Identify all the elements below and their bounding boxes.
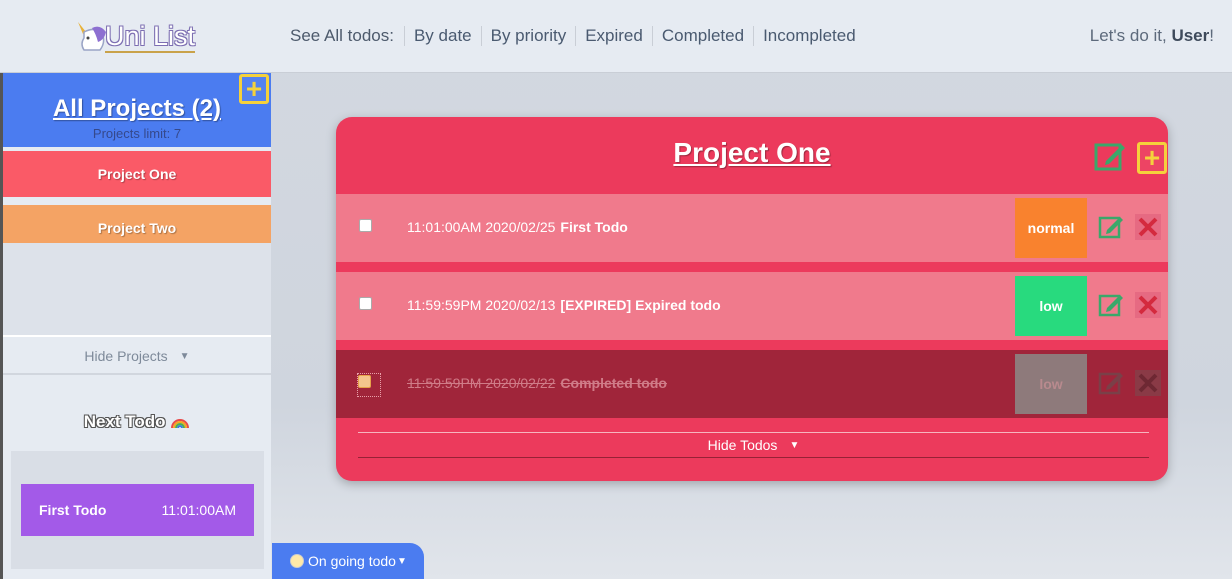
delete-todo-icon[interactable] xyxy=(1135,214,1161,240)
todo-name: First Todo xyxy=(560,219,628,235)
project-item-project-one[interactable]: Project One xyxy=(3,151,271,197)
todo-text: 11:59:59PM 2020/02/13 [EXPIRED] Expired t… xyxy=(407,297,721,313)
caret-down-icon: ▼ xyxy=(179,350,190,362)
ongoing-label: On going todo xyxy=(308,553,396,569)
add-todo-button[interactable]: + xyxy=(1137,142,1167,174)
edit-todo-icon[interactable] xyxy=(1098,370,1124,396)
greeting: Let's do it, User! xyxy=(1090,26,1214,46)
hide-todos-label: Hide Todos xyxy=(707,437,778,453)
edit-todo-icon[interactable] xyxy=(1098,214,1124,240)
next-todo-title: Next Todo xyxy=(3,412,271,432)
todo-row: 11:59:59PM 2020/02/13 [EXPIRED] Expired t… xyxy=(336,272,1168,340)
greeting-prefix: Let's do it, xyxy=(1089,26,1172,45)
plus-icon: + xyxy=(1143,142,1161,173)
edit-todo-icon[interactable] xyxy=(1098,292,1124,318)
plus-icon: + xyxy=(245,73,263,104)
next-todo-panel: First Todo 11:01:00AM xyxy=(11,451,264,569)
nav-lead-label: See All todos: xyxy=(290,26,394,45)
priority-label: low xyxy=(1039,376,1063,392)
hide-projects-toggle[interactable]: Hide Projects ▼ xyxy=(3,339,271,375)
priority-badge: normal xyxy=(1015,198,1087,258)
hide-todos-toggle[interactable]: Hide Todos ▼ xyxy=(358,432,1149,458)
priority-label: low xyxy=(1039,298,1063,314)
unicorn-icon xyxy=(78,22,106,51)
sidebar: All Projects (2) Projects limit: 7 + Pro… xyxy=(0,73,271,579)
project-item-label: Project One xyxy=(97,166,177,182)
projects-limit: Projects limit: 7 xyxy=(92,126,182,141)
add-project-button[interactable]: + xyxy=(239,74,269,104)
todo-text: 11:01:00AM 2020/02/25 First Todo xyxy=(407,219,628,235)
todo-checkbox-checked[interactable] xyxy=(358,375,371,388)
next-todo-time: 11:01:00AM xyxy=(161,502,236,518)
greeting-suffix: ! xyxy=(1209,26,1214,45)
nav-link-completed[interactable]: Completed xyxy=(651,26,753,46)
next-todo-title-text: Next Todo xyxy=(83,412,166,431)
hide-projects-label: Hide Projects xyxy=(84,348,168,364)
projects-header-title[interactable]: All Projects (2) xyxy=(3,95,271,123)
todo-checkbox[interactable] xyxy=(359,219,372,232)
todo-name: Completed todo xyxy=(560,375,667,391)
project-item-label: Project Two xyxy=(97,220,177,236)
projects-list-filler xyxy=(3,243,271,337)
caret-down-icon: ▼ xyxy=(789,439,800,451)
delete-todo-icon[interactable] xyxy=(1135,370,1161,396)
priority-badge: low xyxy=(1015,276,1087,336)
todo-checkbox[interactable] xyxy=(359,297,372,310)
nav-link-by-priority[interactable]: By priority xyxy=(480,26,576,46)
nav-link-expired[interactable]: Expired xyxy=(575,26,652,46)
todo-text: 11:59:59PM 2020/02/22 Completed todo xyxy=(407,375,667,391)
ongoing-todo-tab[interactable]: On going todo ▼ xyxy=(272,543,424,579)
todo-datetime: 11:59:59PM 2020/02/22 xyxy=(407,375,556,391)
nav-link-incompleted[interactable]: Incompleted xyxy=(753,26,865,46)
next-todo-card[interactable]: First Todo 11:01:00AM xyxy=(21,484,254,536)
brand-name: Uni List xyxy=(105,21,196,53)
top-bar: Uni List See All todos: By date By prior… xyxy=(0,0,1232,73)
priority-label: normal xyxy=(1027,220,1075,236)
todo-row: 11:01:00AM 2020/02/25 First Todo normal xyxy=(336,194,1168,262)
todo-filter-nav: See All todos: By date By priority Expir… xyxy=(290,26,865,46)
project-title: Project One xyxy=(673,137,831,168)
next-todo-name: First Todo xyxy=(39,502,107,518)
delete-todo-icon[interactable] xyxy=(1135,292,1161,318)
priority-badge: low xyxy=(1015,354,1087,414)
edit-project-button[interactable] xyxy=(1094,141,1126,173)
face-icon xyxy=(290,554,304,568)
todo-row-completed: 11:59:59PM 2020/02/22 Completed todo low xyxy=(336,350,1168,418)
brand-logo[interactable]: Uni List xyxy=(74,18,196,56)
projects-header: All Projects (2) Projects limit: 7 xyxy=(3,73,271,147)
todo-datetime: 11:01:00AM 2020/02/25 xyxy=(407,219,556,235)
todo-datetime: 11:59:59PM 2020/02/13 xyxy=(407,297,556,313)
edit-icon xyxy=(1094,143,1125,171)
todo-name: [EXPIRED] Expired todo xyxy=(560,297,721,313)
greeting-user: User xyxy=(1171,26,1210,45)
rainbow-icon xyxy=(171,419,190,429)
nav-link-by-date[interactable]: By date xyxy=(403,26,481,46)
caret-down-icon: ▼ xyxy=(396,555,407,567)
project-card: Project One + 11:01:00AM 2020/02/25 First… xyxy=(336,117,1168,481)
